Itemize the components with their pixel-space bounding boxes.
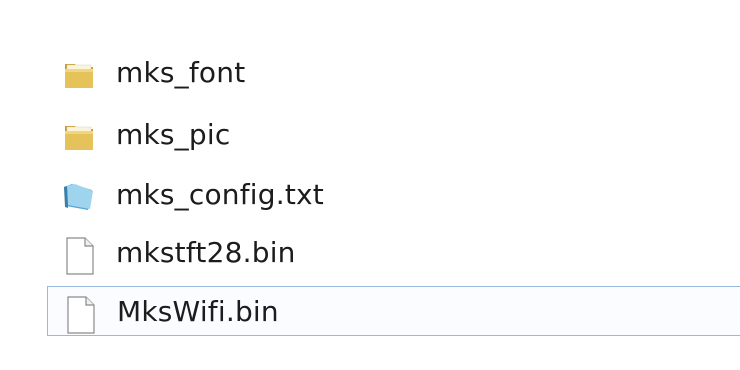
file-row-mkswifi[interactable]: MksWifi.bin	[47, 286, 740, 336]
file-name: MksWifi.bin	[117, 295, 279, 328]
file-row-mks-pic[interactable]: mks_pic	[47, 110, 740, 160]
file-row-mkstft28[interactable]: mkstft28.bin	[47, 228, 740, 278]
file-name: mks_font	[116, 56, 246, 89]
folder-icon	[61, 118, 97, 154]
blank-file-icon	[62, 295, 98, 334]
folder-icon	[61, 56, 97, 92]
file-name: mkstft28.bin	[116, 236, 296, 269]
file-name: mks_config.txt	[116, 178, 324, 211]
file-row-mks-config[interactable]: mks_config.txt	[47, 170, 740, 220]
file-name: mks_pic	[116, 118, 231, 151]
file-list: mks_font mks_pic mks_config.txt mkstft28…	[0, 0, 740, 370]
blank-file-icon	[61, 236, 97, 275]
file-row-mks-font[interactable]: mks_font	[47, 48, 740, 98]
text-file-icon	[61, 178, 97, 214]
